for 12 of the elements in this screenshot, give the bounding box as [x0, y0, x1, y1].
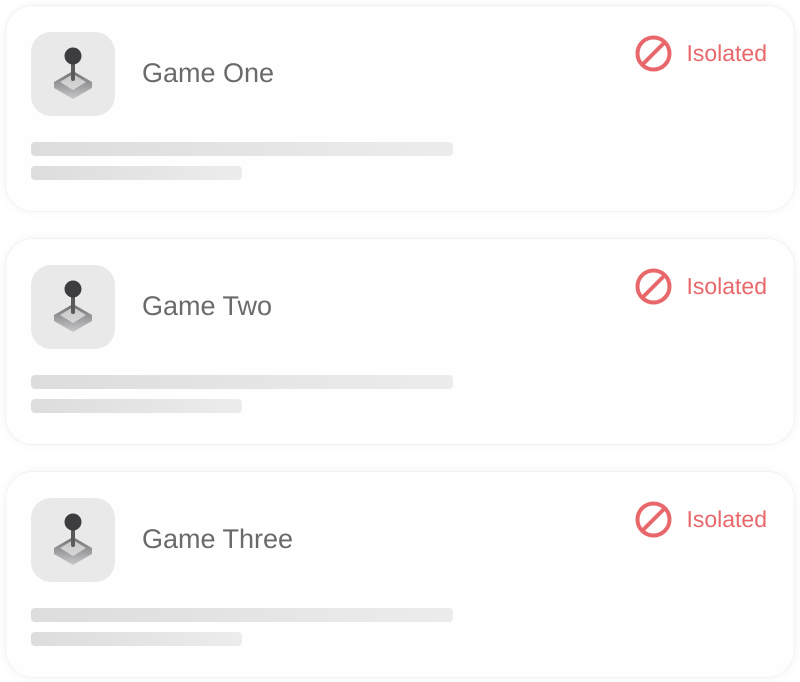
game-title: Game Two — [142, 291, 272, 322]
blocked-icon — [635, 268, 672, 305]
game-title: Game Three — [142, 524, 294, 555]
game-title: Game One — [142, 58, 274, 89]
status-text: Isolated — [686, 273, 767, 300]
joystick-icon — [52, 513, 94, 567]
joystick-icon — [52, 280, 94, 334]
status-text: Isolated — [686, 506, 767, 533]
blocked-icon — [635, 501, 672, 538]
status-text: Isolated — [686, 40, 767, 67]
blocked-icon — [635, 35, 672, 72]
joystick-icon — [52, 47, 94, 101]
